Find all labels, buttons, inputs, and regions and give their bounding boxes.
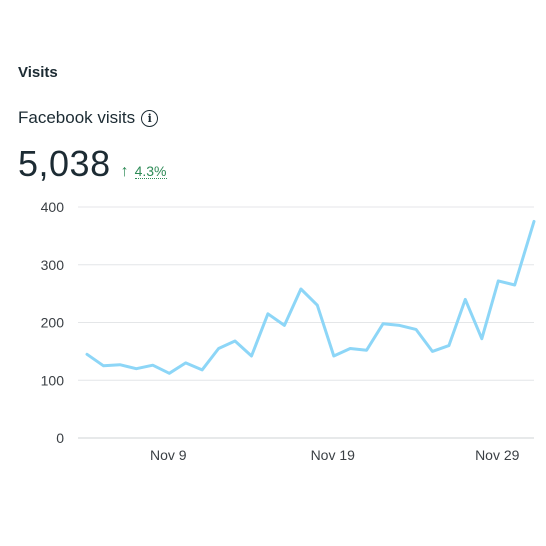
y-tick-label: 300 xyxy=(41,257,65,273)
metric-row: 5,038 ↑ 4.3% xyxy=(18,143,167,185)
x-tick-label: Nov 19 xyxy=(311,447,356,463)
arrow-up-icon: ↑ xyxy=(120,163,129,180)
x-tick-label: Nov 9 xyxy=(150,447,187,463)
metric-value: 5,038 xyxy=(18,143,111,184)
y-tick-label: 200 xyxy=(41,315,65,331)
y-tick-label: 100 xyxy=(41,372,65,388)
y-tick-label: 400 xyxy=(41,199,65,215)
trend-indicator: ↑ 4.3% xyxy=(121,163,167,181)
series-line-visits[interactable] xyxy=(85,219,536,375)
trend-percentage[interactable]: 4.3% xyxy=(134,164,167,179)
x-tick-label: Nov 29 xyxy=(475,447,520,463)
visits-line-chart: 0 100 200 300 400 Nov 9 Nov 19 Nov 29 xyxy=(41,199,536,463)
info-icon[interactable]: i xyxy=(141,109,159,127)
metric-label-row: Facebook visits i xyxy=(18,108,159,128)
metric-label: Facebook visits xyxy=(18,108,136,127)
section-title: Visits xyxy=(18,64,58,81)
y-tick-label: 0 xyxy=(56,430,64,446)
